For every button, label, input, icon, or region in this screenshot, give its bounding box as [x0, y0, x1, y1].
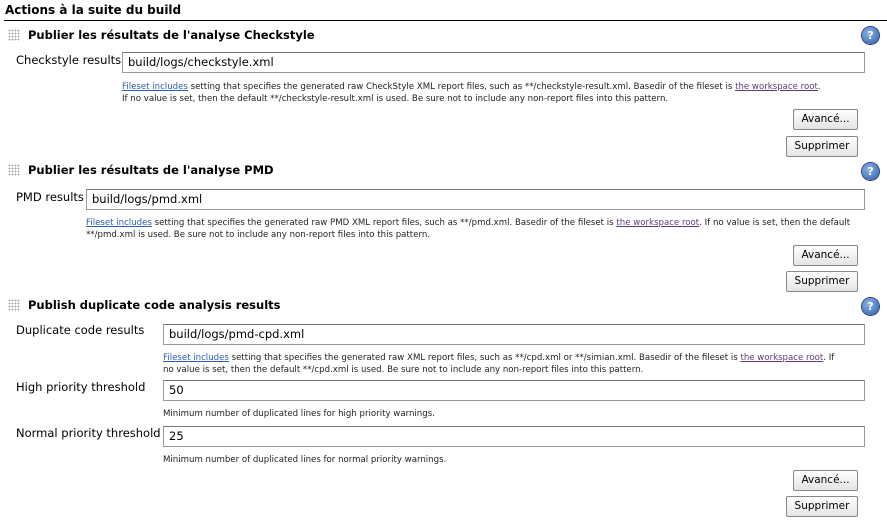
- help-icon[interactable]: ?: [862, 163, 879, 180]
- checkstyle-title: Publier les résultats de l'analyse Check…: [28, 28, 315, 42]
- advanced-button[interactable]: Avancé...: [793, 109, 858, 130]
- pmd-help: Fileset includes setting that specifies …: [86, 217, 866, 241]
- fileset-includes-link[interactable]: Fileset includes: [86, 218, 152, 228]
- help-icon[interactable]: ?: [862, 298, 879, 315]
- fileset-includes-link[interactable]: Fileset includes: [122, 82, 188, 92]
- workspace-root-link[interactable]: the workspace root: [616, 218, 699, 228]
- pmd-title: Publier les résultats de l'analyse PMD: [28, 163, 274, 177]
- advanced-button[interactable]: Avancé...: [793, 470, 858, 491]
- help-icon[interactable]: ?: [862, 27, 879, 44]
- workspace-root-link[interactable]: the workspace root: [740, 353, 823, 363]
- advanced-button[interactable]: Avancé...: [793, 245, 858, 266]
- high-threshold-desc: Minimum number of duplicated lines for h…: [163, 409, 435, 419]
- section-title: Actions à la suite du build: [5, 3, 182, 17]
- pmd-label: PMD results: [16, 190, 84, 204]
- pmd-results-input[interactable]: build/logs/pmd.xml: [86, 189, 865, 210]
- help-text: If no value is set, then the default **/…: [122, 94, 669, 104]
- workspace-root-link[interactable]: the workspace root: [735, 82, 818, 92]
- checkstyle-results-input[interactable]: build/logs/checkstyle.xml: [122, 52, 865, 73]
- checkstyle-label: Checkstyle results: [16, 53, 122, 67]
- help-text: setting that specifies the generated raw…: [187, 82, 736, 92]
- fileset-includes-link[interactable]: Fileset includes: [163, 353, 229, 363]
- normal-threshold-input[interactable]: 25: [163, 426, 865, 447]
- dup-title: Publish duplicate code analysis results: [28, 298, 281, 312]
- dup-help: Fileset includes setting that specifies …: [163, 352, 843, 376]
- delete-button[interactable]: Supprimer: [786, 496, 858, 517]
- delete-button[interactable]: Supprimer: [786, 136, 858, 157]
- help-text: setting that specifies the generated raw…: [151, 218, 617, 228]
- normal-threshold-label: Normal priority threshold: [16, 426, 161, 440]
- dup-label: Duplicate code results: [16, 323, 145, 337]
- checkstyle-help: Fileset includes setting that specifies …: [122, 82, 821, 104]
- duplicate-results-input[interactable]: build/logs/pmd-cpd.xml: [163, 324, 865, 345]
- section-divider: [4, 20, 887, 21]
- normal-threshold-desc: Minimum number of duplicated lines for n…: [163, 455, 447, 465]
- drag-handle-icon[interactable]: [8, 29, 20, 41]
- high-threshold-input[interactable]: 50: [163, 380, 865, 401]
- high-threshold-label: High priority threshold: [16, 380, 146, 394]
- help-text: setting that specifies the generated raw…: [228, 353, 741, 363]
- drag-handle-icon[interactable]: [8, 164, 20, 176]
- drag-handle-icon[interactable]: [8, 299, 20, 311]
- delete-button[interactable]: Supprimer: [786, 271, 858, 292]
